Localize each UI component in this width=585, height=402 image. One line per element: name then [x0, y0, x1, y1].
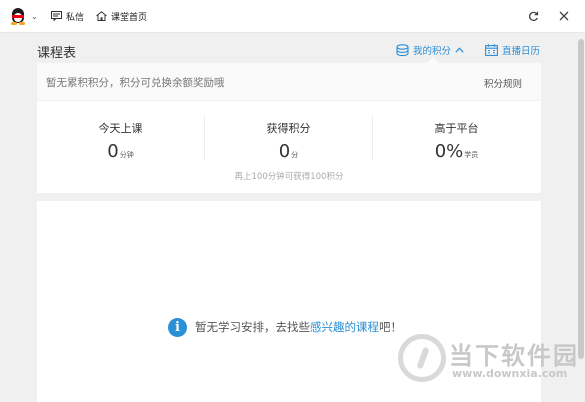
- close-icon: [559, 11, 569, 21]
- chevron-up-icon: [455, 47, 464, 53]
- avatar-menu[interactable]: ⌄: [9, 0, 38, 32]
- stat-value: 0%学员: [373, 141, 540, 162]
- stat-value: 0分钟: [37, 141, 204, 162]
- live-calendar-button[interactable]: 直播日历: [485, 42, 540, 58]
- watermark-url: www.downxia.com: [452, 367, 568, 380]
- stat-number: 0: [278, 141, 291, 162]
- live-calendar-label: 直播日历: [502, 46, 541, 57]
- empty-text-suffix: 吧！: [379, 320, 402, 334]
- calendar-icon: [485, 44, 498, 56]
- empty-text-prefix: 暂无学习安排，去找些: [195, 320, 310, 334]
- chevron-down-icon: ⌄: [31, 11, 38, 21]
- watermark-name: 当下软件园: [449, 342, 579, 370]
- messages-button[interactable]: 私信: [51, 0, 84, 32]
- refresh-icon: [529, 11, 539, 21]
- qq-penguin-icon: [9, 7, 27, 25]
- stat-unit: 学员: [464, 151, 479, 159]
- interesting-courses-link[interactable]: 感兴趣的课程: [310, 319, 379, 335]
- points-header: 暂无累积积分，积分可兑换余额奖励哦 积分规则: [37, 63, 541, 101]
- stat-unit: 分钟: [119, 151, 134, 159]
- points-note: 暂无累积积分，积分可兑换余额奖励哦: [46, 77, 225, 89]
- stat-number: 0: [107, 141, 119, 162]
- watermark-logo-icon: [398, 334, 446, 382]
- coins-icon: [396, 43, 409, 56]
- message-icon: [51, 11, 62, 21]
- my-points-label: 我的积分: [413, 46, 452, 57]
- close-button[interactable]: [559, 0, 573, 32]
- home-label: 课堂首页: [111, 12, 148, 23]
- home-button[interactable]: 课堂首页: [96, 0, 147, 32]
- my-points-toggle[interactable]: 我的积分: [396, 42, 468, 58]
- scrollbar-thumb[interactable]: [578, 39, 584, 359]
- stat-number: 0%: [434, 141, 464, 162]
- refresh-button[interactable]: [528, 0, 543, 32]
- stat-label: 高于平台: [434, 122, 479, 135]
- top-bar: ⌄ 私信 课堂首页: [0, 0, 585, 33]
- home-icon: [96, 11, 107, 21]
- stat-unit: 分: [291, 151, 299, 159]
- messages-label: 私信: [66, 12, 85, 23]
- stat-label: 获得积分: [266, 122, 311, 135]
- info-icon: i: [168, 317, 187, 337]
- points-rules-link[interactable]: 积分规则: [484, 76, 522, 90]
- points-panel: 暂无累积积分，积分可兑换余额奖励哦 积分规则 今天上课 0分钟 获得积分 0分 …: [37, 63, 541, 193]
- empty-state-message: i 暂无学习安排，去找些 感兴趣的课程 吧！: [168, 317, 402, 337]
- points-tip: 再上100分钟可获得100积分: [234, 172, 344, 182]
- stat-label: 今天上课: [98, 122, 143, 135]
- stat-value: 0分: [205, 141, 372, 162]
- page-title: 课程表: [37, 46, 77, 61]
